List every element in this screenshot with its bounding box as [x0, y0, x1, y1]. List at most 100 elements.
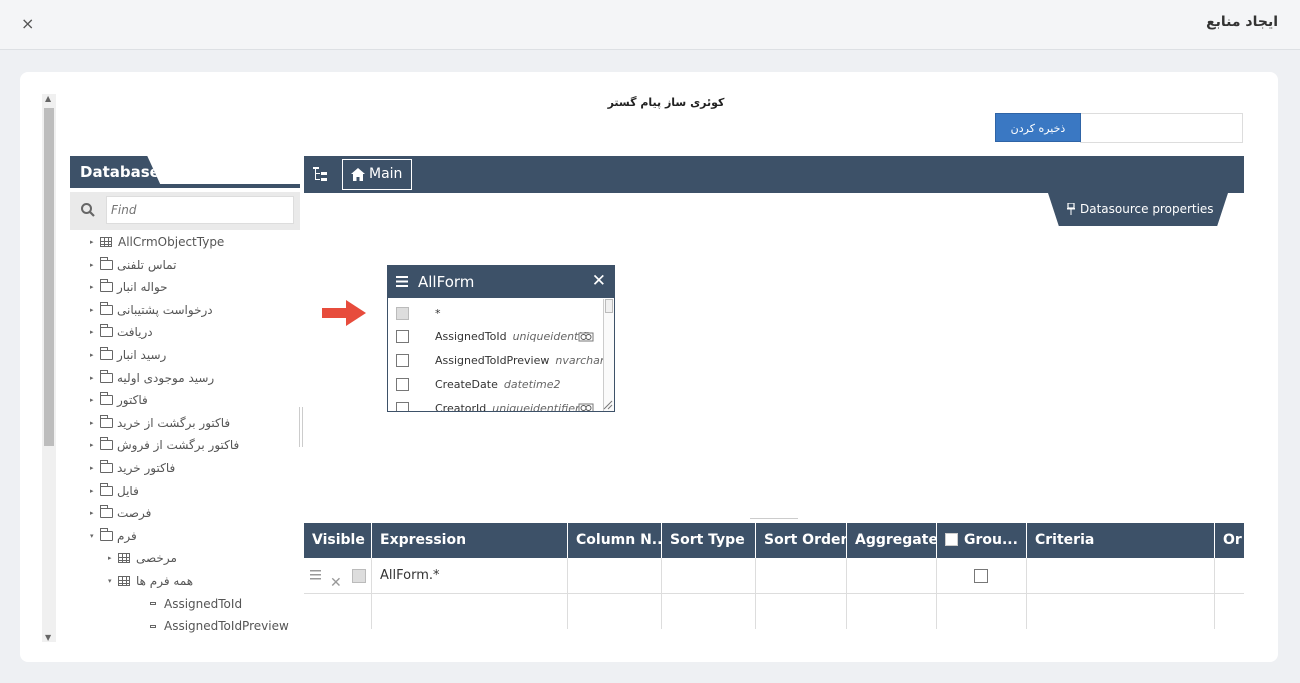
tree-item[interactable]: ▸ فاکتور برگشت از فروش — [90, 435, 239, 455]
caret-right-icon[interactable]: ▸ — [90, 306, 100, 314]
grid-cell[interactable]: AllForm.* — [372, 558, 568, 593]
caret-right-icon[interactable]: ▸ — [108, 554, 118, 562]
field-checkbox[interactable] — [396, 306, 409, 320]
tree-item[interactable]: ▸ حواله انبار — [90, 277, 168, 297]
caret-right-icon[interactable]: ▸ — [90, 419, 100, 427]
visible-checkbox[interactable] — [352, 569, 366, 583]
grid-column-header[interactable]: Expression — [372, 523, 568, 558]
grid-cell[interactable] — [756, 558, 847, 593]
tree-item[interactable]: ▸ درخواست پشتیبانی — [90, 300, 213, 320]
grid-cell[interactable] — [372, 594, 568, 629]
tree-item[interactable]: ▸ رسید موجودی اولیه — [90, 368, 214, 388]
allform-field-row[interactable]: AssignedToIdPreview nvarchar — [388, 350, 614, 372]
close-icon[interactable]: ✕ — [592, 271, 606, 291]
caret-right-icon[interactable]: ▸ — [90, 261, 100, 269]
grid-cell[interactable] — [662, 558, 756, 593]
grid-cell[interactable] — [847, 558, 937, 593]
field-checkbox[interactable] — [396, 377, 409, 391]
tree-item[interactable]: ▸ فرصت — [90, 503, 151, 523]
grid-cell[interactable] — [1027, 558, 1215, 593]
allform-field-row[interactable]: CreateDate datetime2 — [388, 373, 614, 395]
tree-item[interactable]: AssignedToIdPreview — [140, 616, 289, 636]
grid-column-header[interactable]: Criteria — [1027, 523, 1215, 558]
grid-cell[interactable] — [568, 594, 662, 629]
main-breadcrumb[interactable]: Main — [342, 159, 412, 190]
grid-cell[interactable] — [937, 558, 1027, 593]
grid-cell[interactable] — [568, 558, 662, 593]
scrollbar-thumb[interactable] — [44, 108, 54, 446]
drag-handle-icon[interactable] — [310, 570, 321, 580]
scroll-down-icon[interactable]: ▼ — [45, 633, 51, 642]
panel-splitter[interactable] — [299, 407, 303, 447]
grid-cell[interactable] — [662, 594, 756, 629]
tree-item[interactable]: ▸ فاکتور برگشت از خرید — [90, 413, 230, 433]
allform-field-row[interactable]: AssignedToId uniqueidentifi — [388, 326, 614, 348]
caret-right-icon[interactable]: ▸ — [90, 396, 100, 404]
grid-column-header[interactable]: Grou... — [937, 523, 1027, 558]
grid-column-header[interactable]: Or — [1215, 523, 1244, 558]
field-checkbox[interactable] — [396, 354, 409, 368]
allform-table-box[interactable]: AllForm ✕ * AssignedToId uniqueidentifi Ass… — [387, 265, 615, 412]
grid-column-header[interactable]: Aggregate — [847, 523, 937, 558]
grid-cell[interactable] — [304, 594, 372, 629]
allform-header[interactable]: AllForm ✕ — [388, 266, 614, 298]
caret-right-icon[interactable]: ▸ — [90, 509, 100, 517]
tree-item[interactable]: ▸ رسید انبار — [90, 345, 166, 365]
query-name-input[interactable] — [1080, 113, 1243, 143]
grid-row[interactable]: ✕ AllForm.* — [304, 558, 1244, 594]
caret-down-icon[interactable]: ▾ — [90, 532, 100, 540]
link-icon[interactable] — [578, 332, 594, 342]
datasource-properties-tab[interactable]: Datasource properties — [1048, 193, 1228, 226]
tree-item[interactable]: ▾ فرم — [90, 526, 137, 546]
grid-cell[interactable] — [1215, 558, 1244, 593]
tree-item[interactable]: ▸ دریافت — [90, 322, 153, 342]
grid-column-header[interactable]: Sort Type — [662, 523, 756, 558]
grid-column-header[interactable]: Column N... — [568, 523, 662, 558]
field-checkbox[interactable] — [396, 330, 409, 344]
tree-item[interactable]: ▸ تماس تلفنی — [90, 255, 176, 275]
menu-icon[interactable] — [396, 276, 408, 287]
group-by-checkbox[interactable] — [974, 569, 988, 583]
allform-scroll-thumb[interactable] — [605, 299, 613, 313]
link-icon[interactable] — [578, 403, 594, 412]
grid-cell[interactable] — [1027, 594, 1215, 629]
database-tab[interactable]: Database — [70, 156, 162, 188]
group-all-checkbox[interactable] — [945, 533, 958, 546]
grid-column-header[interactable]: Sort Order — [756, 523, 847, 558]
left-scrollbar[interactable]: ▲ ▼ — [42, 94, 56, 642]
caret-right-icon[interactable]: ▸ — [90, 351, 100, 359]
tree-toggle-icon[interactable] — [312, 166, 328, 182]
resize-handle-icon[interactable] — [603, 400, 613, 410]
database-search-input[interactable] — [106, 196, 294, 224]
caret-right-icon[interactable]: ▸ — [90, 374, 100, 382]
caret-right-icon[interactable]: ▸ — [90, 238, 100, 246]
modal-close-icon[interactable]: × — [21, 14, 34, 33]
caret-down-icon[interactable]: ▾ — [108, 577, 118, 585]
save-button[interactable]: ذخیره کردن — [995, 113, 1081, 142]
allform-scrollbar[interactable] — [603, 299, 614, 411]
allform-field-row[interactable]: CreatorId uniqueidentifier — [388, 397, 614, 412]
field-checkbox[interactable] — [396, 401, 409, 411]
grid-cell[interactable] — [937, 594, 1027, 629]
grid-cell[interactable]: ✕ — [304, 558, 372, 593]
tree-item[interactable]: ▾ همه فرم ها — [108, 571, 193, 591]
allform-field-row[interactable]: * — [388, 302, 614, 324]
grid-column-header[interactable]: Visible — [304, 523, 372, 558]
grid-cell[interactable] — [756, 594, 847, 629]
grid-cell[interactable] — [847, 594, 937, 629]
grid-row[interactable] — [304, 594, 1244, 629]
tree-item[interactable]: ▸ فاکتور خرید — [90, 458, 175, 478]
caret-right-icon[interactable]: ▸ — [90, 464, 100, 472]
caret-right-icon[interactable]: ▸ — [90, 283, 100, 291]
tree-item[interactable]: AssignedToId — [140, 594, 242, 614]
caret-right-icon[interactable]: ▸ — [90, 441, 100, 449]
grid-cell[interactable] — [1215, 594, 1244, 629]
tree-item[interactable]: ▸ AllCrmObjectType — [90, 232, 224, 252]
tree-item[interactable]: ▸ فایل — [90, 481, 139, 501]
scroll-up-icon[interactable]: ▲ — [45, 94, 51, 103]
tree-item[interactable]: ▸ مرخصی — [108, 548, 177, 568]
caret-right-icon[interactable]: ▸ — [90, 328, 100, 336]
tree-item-label: مرخصی — [136, 551, 177, 566]
caret-right-icon[interactable]: ▸ — [90, 487, 100, 495]
tree-item[interactable]: ▸ فاکتور — [90, 390, 148, 410]
